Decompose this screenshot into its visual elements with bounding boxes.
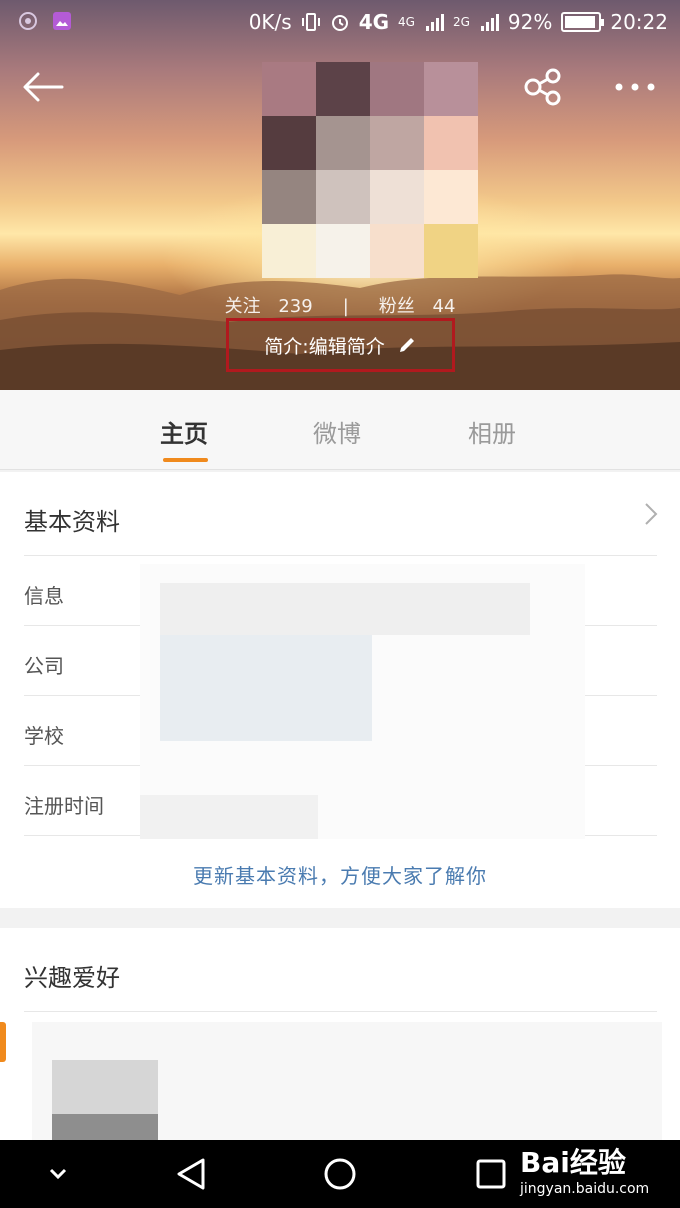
battery-fill	[565, 16, 595, 28]
info-row-label: 信息	[24, 584, 64, 608]
stats-separator: |	[342, 296, 349, 317]
divider	[24, 1011, 657, 1012]
status-right-icons: 0K/s 4G 4G 2G 92% 20:22	[249, 9, 668, 35]
blurred-info-value	[160, 583, 530, 635]
school-row-label: 学校	[24, 724, 64, 748]
watermark-url: jingyan.baidu.com	[520, 1181, 650, 1197]
blurred-hobby-item-dark	[52, 1114, 158, 1142]
following-label: 关注	[224, 296, 261, 317]
back-button[interactable]	[18, 62, 68, 112]
nav-back-icon	[177, 1158, 205, 1190]
vibrate-icon	[301, 13, 320, 31]
app-notification-icon	[19, 12, 37, 30]
pencil-icon	[399, 338, 414, 352]
hobbies-title: 兴趣爱好	[24, 964, 120, 992]
network-type-primary: 4G	[358, 10, 390, 34]
profile-tabs: 主页 微博 相册	[0, 390, 680, 470]
signal-icon-2	[480, 14, 499, 31]
nav-down-icon	[49, 1168, 67, 1180]
blurred-time-value	[140, 795, 318, 839]
watermark-brand: Bai经验	[520, 1146, 626, 1179]
edit-intro-button[interactable]: 简介:编辑简介	[226, 318, 455, 372]
side-indicator	[0, 1022, 6, 1062]
network-speed: 0K/s	[248, 10, 292, 34]
nav-home-icon	[324, 1158, 356, 1190]
tab-album[interactable]: 相册	[468, 414, 516, 449]
more-button[interactable]	[610, 62, 660, 112]
signal-icon	[425, 14, 444, 31]
update-profile-link[interactable]: 更新基本资料，方便大家了解你	[0, 860, 680, 889]
network-type-tertiary: 2G	[452, 15, 470, 29]
nav-back-button[interactable]	[166, 1140, 216, 1208]
avatar[interactable]	[262, 62, 478, 278]
alarm-icon	[331, 15, 348, 31]
blurred-company-value	[160, 635, 372, 741]
company-row-label: 公司	[24, 654, 64, 678]
share-button[interactable]	[518, 62, 568, 112]
network-type-secondary: 4G	[398, 15, 415, 29]
baidu-jingyan-watermark: Bai经验 jingyan.baidu.com	[520, 1148, 649, 1198]
status-bar: 0K/s 4G 4G 2G 92% 20:22	[0, 0, 680, 44]
share-icon	[524, 68, 561, 106]
following-count: 239	[278, 296, 313, 317]
blurred-hobby-item	[52, 1060, 158, 1114]
divider	[24, 555, 657, 556]
basic-info-card: 基本资料 信息 公司 学校 注册时间 更新基本资料，方便大家了解你	[0, 472, 680, 908]
follow-stats: 关注 239 | 粉丝 44	[0, 292, 680, 318]
followers-count: 44	[432, 296, 456, 317]
gallery-notification-icon	[53, 12, 71, 30]
profile-header: 0K/s 4G 4G 2G 92% 20:22 关注 239 | 粉丝 44 简介:…	[0, 0, 680, 390]
following-link[interactable]: 关注 239	[219, 296, 319, 317]
followers-link[interactable]: 粉丝 44	[373, 296, 462, 317]
tab-weibo[interactable]: 微博	[313, 414, 361, 449]
hobbies-card: 兴趣爱好	[0, 928, 680, 1142]
register-time-row-label: 注册时间	[24, 794, 104, 818]
battery-percent: 92%	[507, 10, 553, 34]
status-left-icons	[18, 11, 72, 31]
battery-icon	[561, 12, 605, 32]
followers-label: 粉丝	[378, 296, 415, 317]
chevron-right-icon[interactable]	[644, 502, 658, 526]
nav-recent-icon	[476, 1159, 506, 1189]
intro-text: 简介:编辑简介	[264, 335, 385, 358]
tab-home[interactable]: 主页	[160, 414, 208, 449]
nav-home-button[interactable]	[315, 1140, 365, 1208]
more-icon	[615, 83, 655, 91]
basic-info-title[interactable]: 基本资料	[24, 502, 120, 537]
clock: 20:22	[610, 10, 668, 34]
nav-recent-button[interactable]	[466, 1140, 516, 1208]
nav-down-button[interactable]	[38, 1140, 78, 1208]
active-tab-indicator	[163, 458, 208, 462]
back-arrow-icon	[23, 72, 64, 102]
